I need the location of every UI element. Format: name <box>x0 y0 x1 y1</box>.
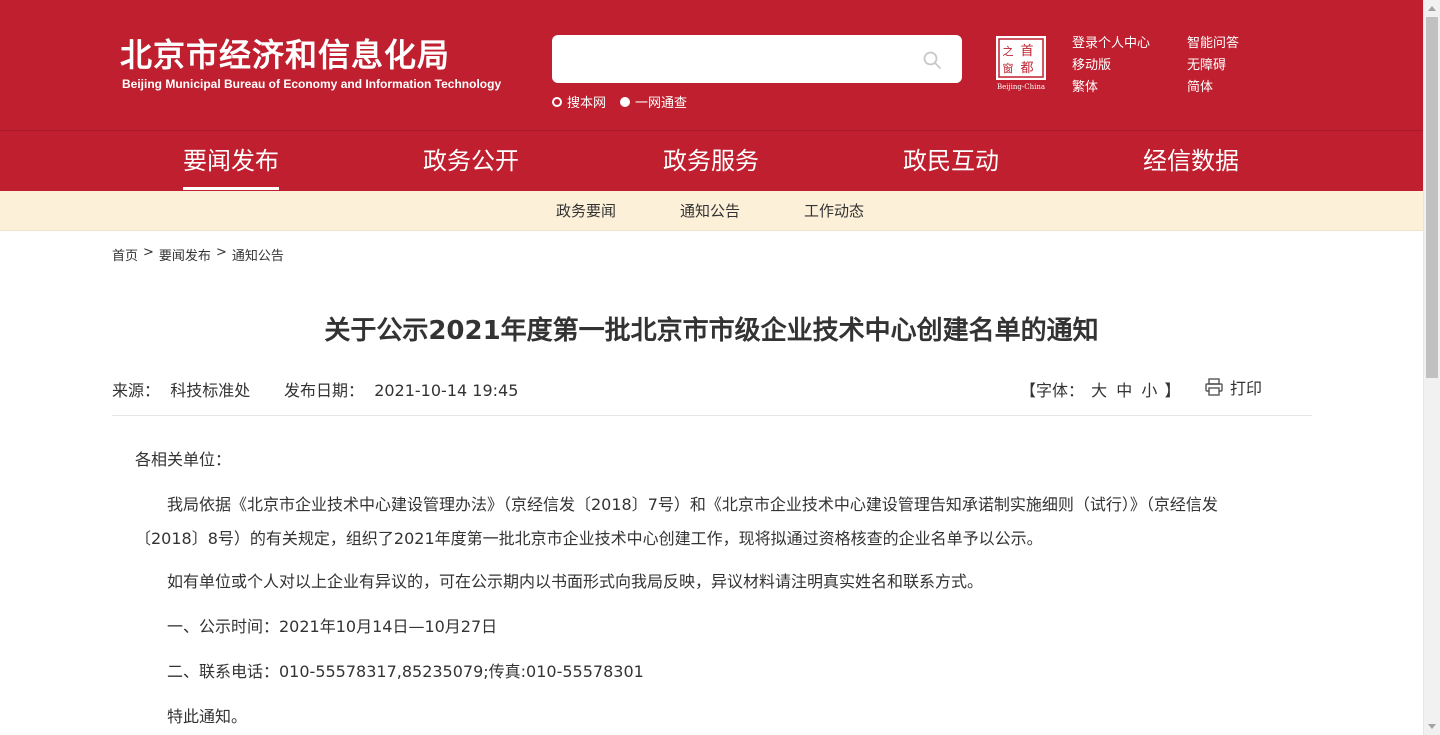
article-body: 各相关单位： 我局依据《北京市企业技术中心建设管理办法》（京经信发〔2018〕7… <box>135 448 1255 735</box>
link-simplified[interactable]: 简体 <box>1187 77 1239 99</box>
nav-item-interaction[interactable]: 政民互动 <box>903 131 999 191</box>
nav-item-gov-affairs[interactable]: 政务公开 <box>423 131 519 191</box>
paragraph: 如有单位或个人对以上企业有异议的，可在公示期内以书面形式向我局反映，异议材料请注… <box>167 572 984 591</box>
search-scope-group: 搜本网 一网通查 <box>552 92 701 111</box>
source-value: 科技标准处 <box>170 381 251 400</box>
paragraph: 一、公示时间：2021年10月14日—10月27日 <box>167 617 498 636</box>
scroll-up-arrow-icon[interactable] <box>1428 6 1436 11</box>
article-source: 来源： 科技标准处 <box>112 377 250 401</box>
paragraph: 我局依据《北京市企业技术中心建设管理办法》（京经信发〔2018〕7号）和《北京市… <box>135 495 1218 548</box>
radio-label: 搜本网 <box>567 96 607 111</box>
font-size-label-close: 】 <box>1164 381 1181 400</box>
nav-item-data[interactable]: 经信数据 <box>1143 131 1239 191</box>
scrollbar-thumb[interactable] <box>1426 17 1438 378</box>
scroll-down-arrow-icon[interactable] <box>1428 724 1436 729</box>
radio-unchecked-icon <box>552 96 562 107</box>
article-title: 关于公示2021年度第一批北京市市级企业技术中心创建名单的通知 <box>324 316 1099 346</box>
capital-window-seal-logo[interactable]: 首 都 之 窗 Beijing-China <box>994 35 1048 91</box>
font-size-small[interactable]: 小 <box>1141 381 1157 400</box>
font-size-label: 【字体： <box>1020 381 1085 400</box>
breadcrumb-news[interactable]: 要闻发布 <box>159 245 211 264</box>
subnav-item-work-updates[interactable]: 工作动态 <box>804 191 864 231</box>
link-smart-qa[interactable]: 智能问答 <box>1187 33 1239 55</box>
meta-divider <box>112 415 1312 416</box>
subnav-item-notices[interactable]: 通知公告 <box>680 191 740 231</box>
breadcrumb: 首页 > 要闻发布 > 通知公告 <box>112 245 289 264</box>
seal-char: 首 <box>1020 44 1033 59</box>
paragraph-salutation: 各相关单位： <box>135 450 232 469</box>
seal-char: 之 <box>1003 44 1014 58</box>
link-personal-center[interactable]: 登录个人中心 <box>1072 33 1150 55</box>
print-label: 打印 <box>1230 379 1263 398</box>
breadcrumb-separator: > <box>215 245 227 260</box>
vertical-scrollbar[interactable] <box>1423 0 1440 735</box>
link-traditional[interactable]: 繁体 <box>1072 77 1150 99</box>
header-links-col2: 智能问答 无障碍 简体 <box>1187 33 1239 99</box>
link-accessibility[interactable]: 无障碍 <box>1187 55 1239 77</box>
radio-label: 一网通查 <box>635 96 688 111</box>
radio-search-site[interactable]: 搜本网 <box>552 92 606 111</box>
breadcrumb-notices[interactable]: 通知公告 <box>232 245 284 264</box>
font-size-control: 【字体： 大 中 小 】 <box>1020 377 1180 401</box>
subnav-item-gov-news[interactable]: 政务要闻 <box>556 191 616 231</box>
print-button[interactable]: 打印 <box>1204 375 1262 399</box>
breadcrumb-home[interactable]: 首页 <box>112 245 138 264</box>
nav-item-news[interactable]: 要闻发布 <box>183 131 279 191</box>
sub-nav: 政务要闻 通知公告 工作动态 <box>0 191 1423 231</box>
site-logo-subtitle: Beijing Municipal Bureau of Economy and … <box>122 77 502 91</box>
search-icon[interactable] <box>922 50 942 70</box>
seal-caption: Beijing-China <box>997 83 1045 91</box>
paragraph-closing: 特此通知。 <box>167 707 248 726</box>
printer-icon <box>1205 378 1223 396</box>
nav-item-gov-services[interactable]: 政务服务 <box>663 131 759 191</box>
site-header: 北京市经济和信息化局 Beijing Municipal Bureau of E… <box>0 0 1423 130</box>
paragraph: 二、联系电话：010-55578317,85235079;传真:010-5557… <box>167 662 644 681</box>
radio-checked-icon <box>620 96 631 107</box>
article-date: 发布日期： 2021-10-14 19:45 <box>284 377 518 401</box>
date-label: 发布日期： <box>284 381 365 400</box>
font-size-medium[interactable]: 中 <box>1116 381 1132 400</box>
date-value: 2021-10-14 19:45 <box>374 381 519 400</box>
search-input[interactable] <box>566 47 906 71</box>
site-logo-title[interactable]: 北京市经济和信息化局 <box>120 30 450 76</box>
source-label: 来源： <box>112 381 161 400</box>
seal-char: 都 <box>1020 61 1033 76</box>
seal-char: 窗 <box>1003 61 1014 75</box>
breadcrumb-separator: > <box>143 245 154 260</box>
radio-search-all[interactable]: 一网通查 <box>620 92 687 111</box>
header-links-col1: 登录个人中心 移动版 繁体 <box>1072 33 1150 99</box>
main-nav: 要闻发布 政务公开 政务服务 政民互动 经信数据 <box>0 130 1423 191</box>
search-box <box>552 35 962 83</box>
font-size-large[interactable]: 大 <box>1091 381 1107 400</box>
link-mobile[interactable]: 移动版 <box>1072 55 1150 77</box>
